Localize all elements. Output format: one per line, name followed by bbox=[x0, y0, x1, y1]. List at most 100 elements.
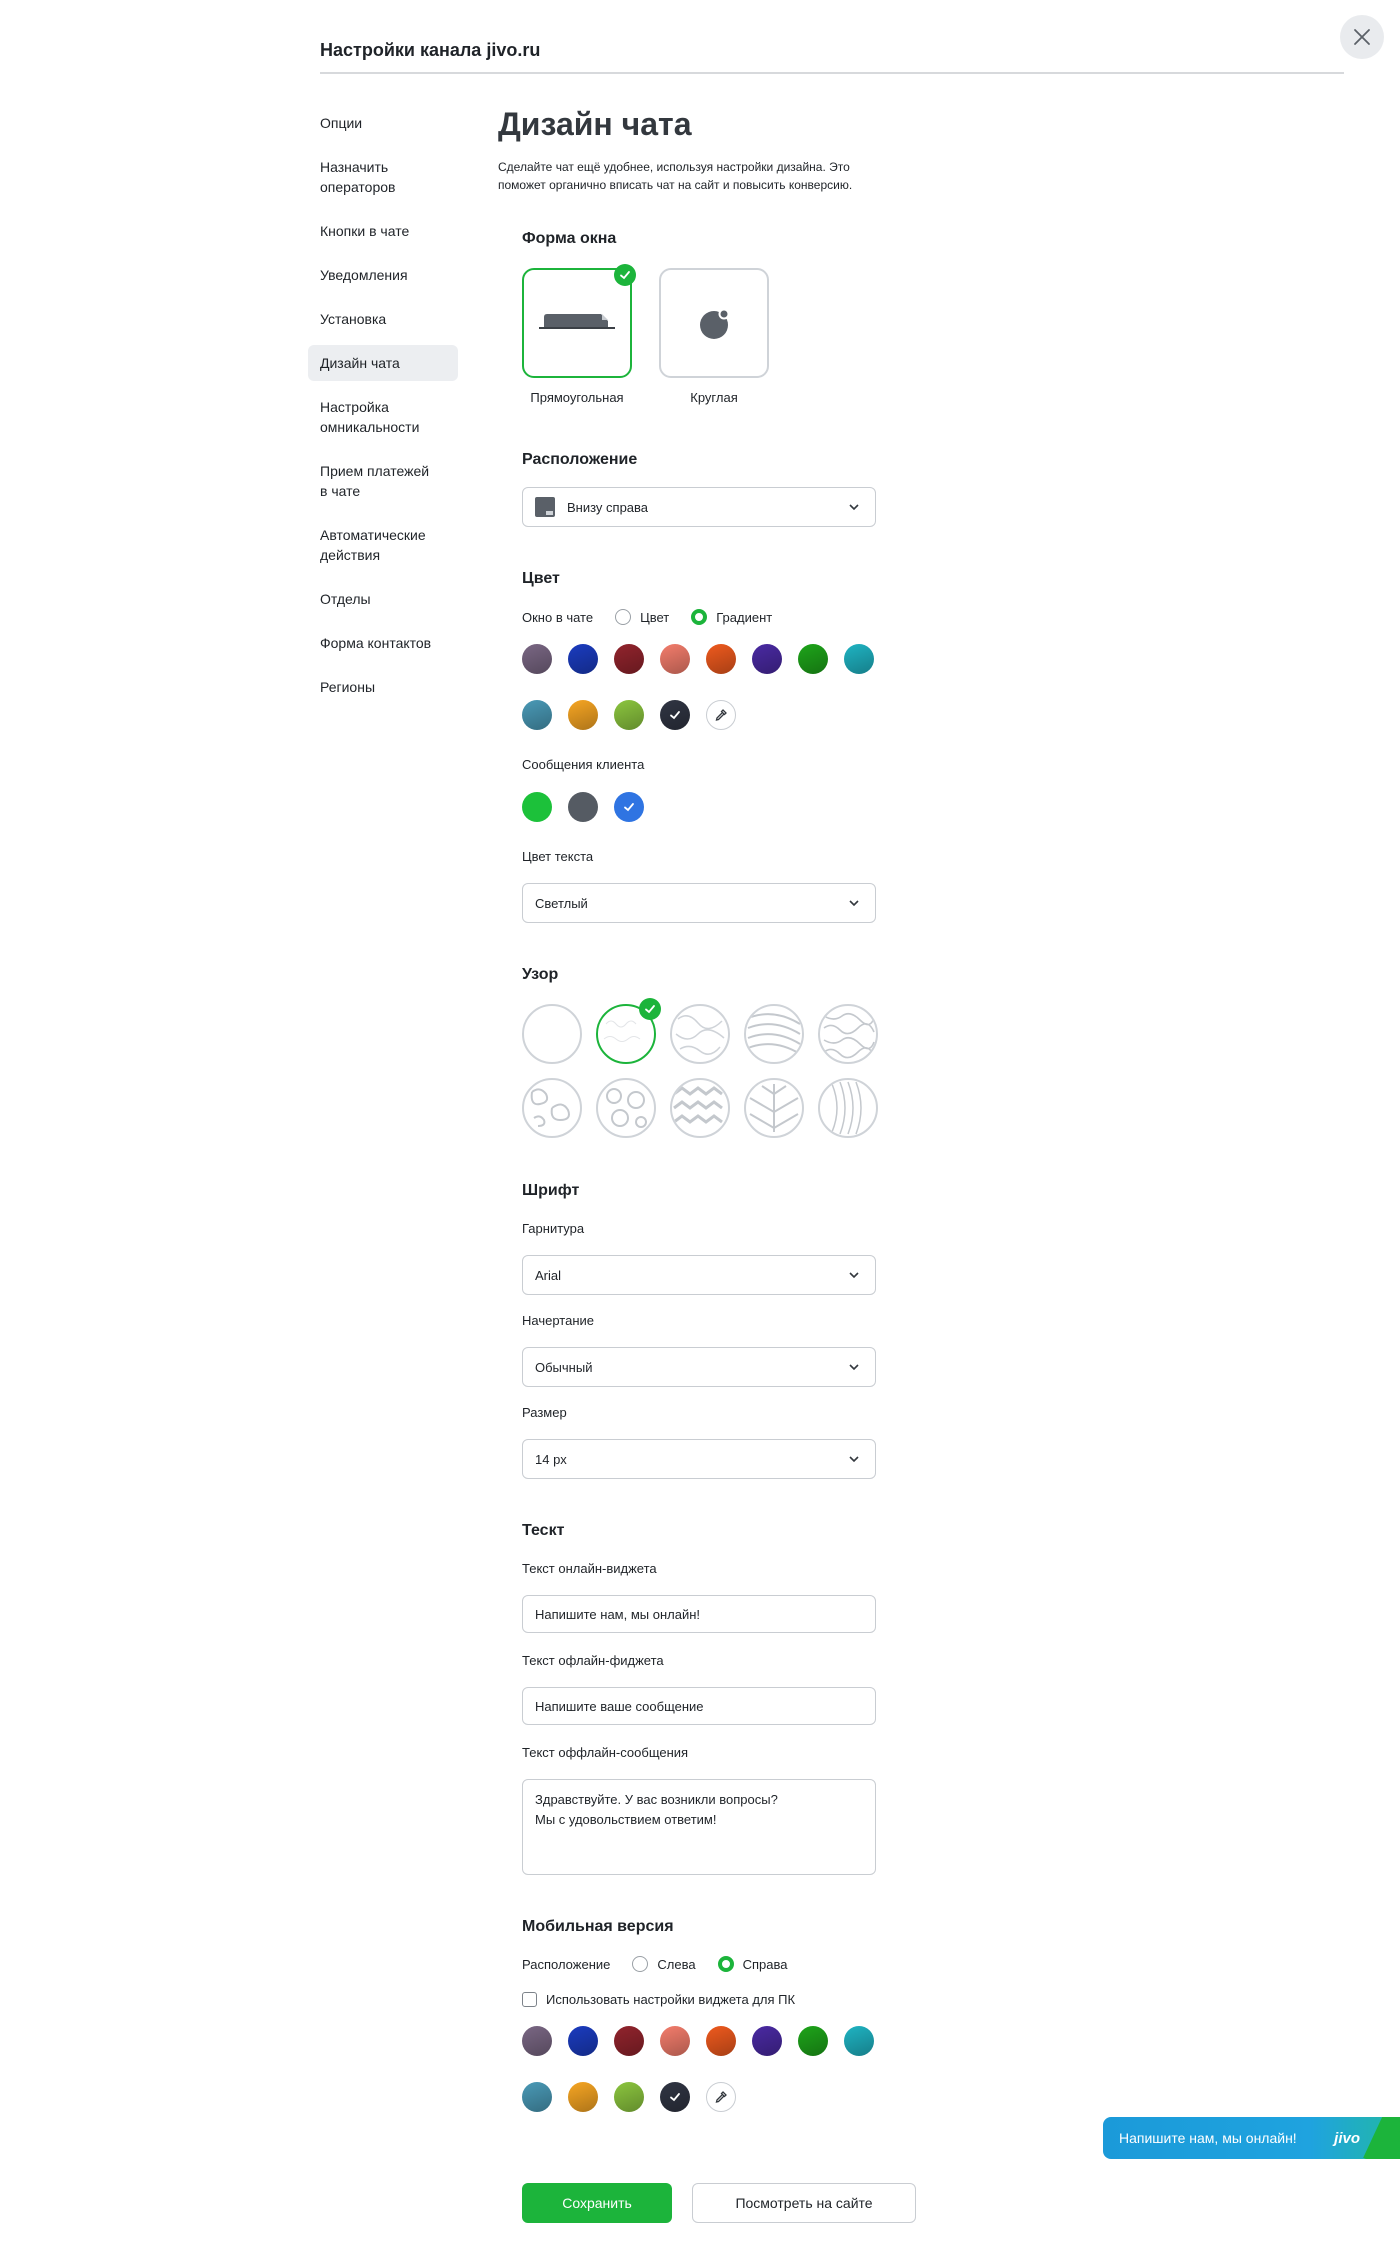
mobile-position: Расположение Слева Справа bbox=[522, 1956, 787, 1972]
font-size-select[interactable]: 14 px bbox=[522, 1439, 876, 1479]
position-select[interactable]: Внизу справа bbox=[522, 487, 876, 527]
sidebar-item[interactable]: Настройка омникальности bbox=[308, 389, 458, 445]
mobile-position-right[interactable]: Справа bbox=[717, 1956, 787, 1972]
color-swatch[interactable] bbox=[568, 2026, 598, 2056]
sidebar-item[interactable]: Уведомления bbox=[308, 257, 458, 293]
color-swatch[interactable] bbox=[522, 2082, 552, 2112]
pattern-option[interactable] bbox=[522, 1078, 582, 1138]
radio-right[interactable] bbox=[717, 1956, 734, 1972]
window-shape-title: Форма окна bbox=[522, 230, 617, 247]
color-swatch[interactable] bbox=[614, 2082, 644, 2112]
shape-option-rectangular[interactable] bbox=[522, 264, 636, 378]
color-swatch[interactable] bbox=[522, 644, 552, 674]
view-on-site-button[interactable]: Посмотреть на сайте bbox=[692, 2183, 916, 2223]
color-swatch[interactable] bbox=[614, 2026, 644, 2056]
color-swatch[interactable] bbox=[706, 2026, 736, 2056]
color-swatch[interactable] bbox=[568, 2082, 598, 2112]
font-title: Шрифт bbox=[522, 1182, 580, 1199]
pattern-option[interactable] bbox=[670, 1078, 730, 1138]
color-swatch[interactable] bbox=[568, 700, 598, 730]
color-swatch[interactable] bbox=[614, 644, 644, 674]
chevron-down-icon bbox=[849, 900, 859, 907]
online-text-label: Текст онлайн-виджета bbox=[522, 1561, 657, 1576]
color-swatch[interactable] bbox=[660, 644, 690, 674]
position-title: Расположение bbox=[522, 451, 638, 468]
window-color-label: Окно в чате bbox=[522, 609, 594, 625]
shape-option-round[interactable] bbox=[659, 268, 769, 378]
round-widget-icon bbox=[700, 308, 730, 339]
chevron-down-icon bbox=[849, 504, 859, 511]
offline-text-input[interactable]: Напишите ваше сообщение bbox=[522, 1687, 876, 1725]
color-swatch[interactable] bbox=[798, 644, 828, 674]
selected-check-icon bbox=[639, 998, 661, 1020]
font-family-value: Arial bbox=[535, 1267, 562, 1283]
font-size-value: 14 px bbox=[535, 1451, 567, 1467]
color-swatch[interactable] bbox=[660, 2082, 690, 2112]
sidebar-item[interactable]: Прием платежей в чате bbox=[308, 453, 458, 509]
pattern-option[interactable] bbox=[818, 1078, 878, 1138]
sidebar-item[interactable]: Дизайн чата bbox=[308, 345, 458, 381]
pattern-option[interactable] bbox=[744, 1004, 804, 1064]
main-content: Дизайн чата Сделайте чат ещё удобнее, ис… bbox=[498, 104, 1118, 194]
sidebar-item[interactable]: Автоматические действия bbox=[308, 517, 458, 573]
color-swatch[interactable] bbox=[798, 2026, 828, 2056]
color-swatch[interactable] bbox=[844, 644, 874, 674]
color-swatch[interactable] bbox=[660, 2026, 690, 2056]
text-color-select[interactable]: Светлый bbox=[522, 883, 876, 923]
offline-message-label: Текст оффлайн-сообщения bbox=[522, 1745, 689, 1760]
color-swatch[interactable] bbox=[614, 700, 644, 730]
use-pc-settings-checkbox[interactable]: Использовать настройки виджета для ПК bbox=[522, 1992, 795, 2007]
sidebar-item[interactable]: Форма контактов bbox=[308, 625, 458, 661]
color-swatch[interactable] bbox=[660, 700, 690, 730]
position-preview-icon bbox=[535, 497, 555, 517]
pattern-option[interactable] bbox=[744, 1078, 804, 1138]
widget-corner-accent bbox=[1363, 2117, 1400, 2159]
color-swatch[interactable] bbox=[752, 2026, 782, 2056]
pattern-title: Узор bbox=[522, 966, 559, 983]
color-swatch[interactable] bbox=[844, 2026, 874, 2056]
radio-left[interactable] bbox=[632, 1956, 649, 1972]
mobile-position-left[interactable]: Слева bbox=[632, 1956, 696, 1972]
color-swatch[interactable] bbox=[568, 644, 598, 674]
font-style-label: Начертание bbox=[522, 1313, 594, 1328]
offline-message-textarea[interactable]: Здравствуйте. У вас возникли вопросы? Мы… bbox=[522, 1779, 876, 1875]
pattern-option[interactable] bbox=[818, 1004, 878, 1064]
sidebar-item[interactable]: Установка bbox=[308, 301, 458, 337]
online-text-input[interactable]: Напишите нам, мы онлайн! bbox=[522, 1595, 876, 1633]
color-swatch[interactable] bbox=[522, 2026, 552, 2056]
font-family-select[interactable]: Arial bbox=[522, 1255, 876, 1295]
sidebar-item[interactable]: Кнопки в чате bbox=[308, 213, 458, 249]
pattern-option[interactable] bbox=[670, 1004, 730, 1064]
mobile-title: Мобильная версия bbox=[522, 1918, 674, 1935]
color-swatch[interactable] bbox=[568, 792, 598, 822]
sidebar-item[interactable]: Опции bbox=[308, 105, 458, 141]
close-button[interactable] bbox=[1340, 15, 1384, 59]
radio-gradient[interactable] bbox=[691, 609, 708, 625]
color-swatch[interactable] bbox=[706, 644, 736, 674]
radio-solid[interactable] bbox=[615, 609, 632, 625]
color-swatch[interactable] bbox=[522, 700, 552, 730]
font-style-select[interactable]: Обычный bbox=[522, 1347, 876, 1387]
sidebar-item[interactable]: Регионы bbox=[308, 669, 458, 705]
chat-widget-preview[interactable]: Напишите нам, мы онлайн! jivo bbox=[1103, 2117, 1400, 2159]
sidebar-item[interactable]: Отделы bbox=[308, 581, 458, 617]
pattern-option[interactable] bbox=[596, 1078, 656, 1138]
window-color-mode: Окно в чате Цвет Градиент bbox=[522, 609, 772, 625]
color-mode-gradient[interactable]: Градиент bbox=[691, 609, 772, 625]
checkbox-box[interactable] bbox=[522, 1992, 537, 2007]
text-section-title: Тескт bbox=[522, 1522, 565, 1539]
sidebar-item[interactable]: Назначить операторов bbox=[308, 149, 458, 205]
mobile-position-label: Расположение bbox=[522, 1956, 611, 1972]
color-mode-solid[interactable]: Цвет bbox=[615, 609, 669, 625]
text-color-value: Светлый bbox=[535, 895, 588, 911]
header-divider bbox=[320, 72, 1344, 74]
color-swatch[interactable] bbox=[522, 792, 552, 822]
eyedropper-icon[interactable] bbox=[706, 2082, 736, 2112]
pattern-option[interactable] bbox=[522, 1004, 582, 1064]
eyedropper-icon[interactable] bbox=[706, 700, 736, 730]
font-family-label: Гарнитура bbox=[522, 1221, 585, 1236]
save-button[interactable]: Сохранить bbox=[522, 2183, 672, 2223]
color-swatch[interactable] bbox=[752, 644, 782, 674]
color-swatch[interactable] bbox=[614, 792, 644, 822]
close-icon bbox=[1354, 29, 1370, 45]
